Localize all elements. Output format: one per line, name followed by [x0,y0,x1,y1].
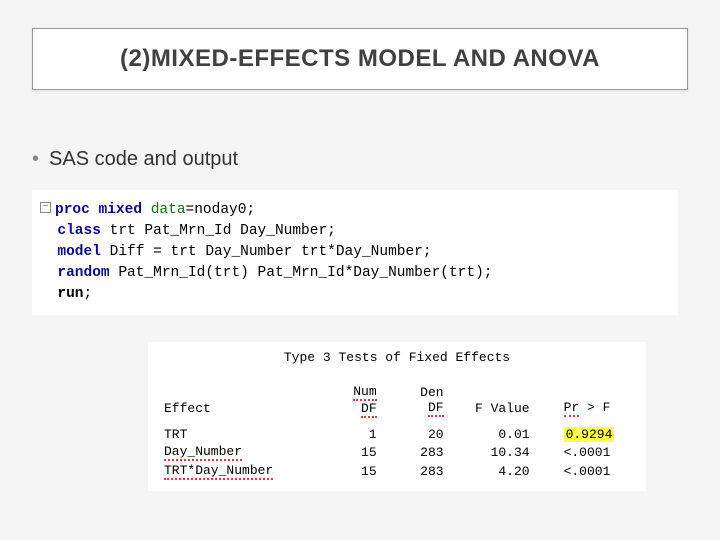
hdr-effect: Effect [164,401,211,416]
output-table: Effect NumDF DenDF F Value Pr > F TRT120… [158,383,636,481]
cell-numdf: 1 [311,426,383,443]
hdr-den1: Den [420,385,443,400]
code-line-4: random Pat_Mrn_Id(trt) Pat_Mrn_Id*Day_Nu… [40,263,670,284]
table-row: TRT*Day_Number152834.20<.0001 [158,462,636,481]
slide-title: (2)MIXED-EFFECTS MODEL AND ANOVA [53,45,667,73]
code-text: trt Pat_Mrn_Id Day_Number; [101,223,336,239]
code-line-1: −proc mixed data=noday0; [40,200,670,221]
code-text: Pat_Mrn_Id(trt) Pat_Mrn_Id*Day_Number(tr… [110,265,493,281]
code-text: Diff = trt Day_Number trt*Day_Number; [101,244,432,260]
table-row: TRT1200.010.9294 [158,426,636,443]
bullet-text: SAS code and output [49,148,238,171]
cell-effect: TRT*Day_Number [158,462,311,481]
bullet-icon: • [32,148,39,171]
code-option: data [151,202,186,218]
hdr-den2: DF [428,400,444,417]
col-num-header: NumDF [311,383,383,426]
table-row: Day_Number1528310.34<.0001 [158,443,636,462]
cell-effect: TRT [158,426,311,443]
code-kw: proc mixed [55,202,142,218]
code-kw: class [57,223,101,239]
sas-output-block: Type 3 Tests of Fixed Effects Effect Num… [148,342,646,491]
cell-numdf: 15 [311,462,383,481]
hdr-num1: Num [353,384,376,401]
cell-dendf: 20 [383,426,450,443]
cell-dendf: 283 [383,443,450,462]
code-kw: model [57,244,101,260]
code-text: ; [84,286,93,302]
code-kw: run [57,286,83,302]
code-line-5: run; [40,284,670,305]
col-effect-header: Effect [158,383,311,426]
code-kw: random [57,265,109,281]
code-text [142,202,151,218]
title-box: (2)MIXED-EFFECTS MODEL AND ANOVA [32,28,688,90]
cell-fvalue: 4.20 [450,462,536,481]
cell-pvalue: <.0001 [536,462,636,481]
hdr-f: F Value [475,401,530,416]
bullet-row: • SAS code and output [32,148,238,171]
cell-numdf: 15 [311,443,383,462]
col-f-header: F Value [450,383,536,426]
fold-minus-icon: − [40,202,51,213]
cell-pvalue: <.0001 [536,443,636,462]
hdr-pr1: Pr [564,400,580,417]
table-header-row: Effect NumDF DenDF F Value Pr > F [158,383,636,426]
cell-dendf: 283 [383,462,450,481]
col-den-header: DenDF [383,383,450,426]
code-line-2: class trt Pat_Mrn_Id Day_Number; [40,221,670,242]
output-title: Type 3 Tests of Fixed Effects [158,350,636,365]
code-line-3: model Diff = trt Day_Number trt*Day_Numb… [40,242,670,263]
sas-code-block: −proc mixed data=noday0; class trt Pat_M… [32,190,678,315]
cell-fvalue: 10.34 [450,443,536,462]
col-p-header: Pr > F [536,383,636,426]
cell-effect: Day_Number [158,443,311,462]
code-text: =noday0; [186,202,256,218]
hdr-num2: DF [361,401,377,418]
hdr-pr2: > F [579,400,610,415]
cell-pvalue: 0.9294 [536,426,636,443]
cell-fvalue: 0.01 [450,426,536,443]
